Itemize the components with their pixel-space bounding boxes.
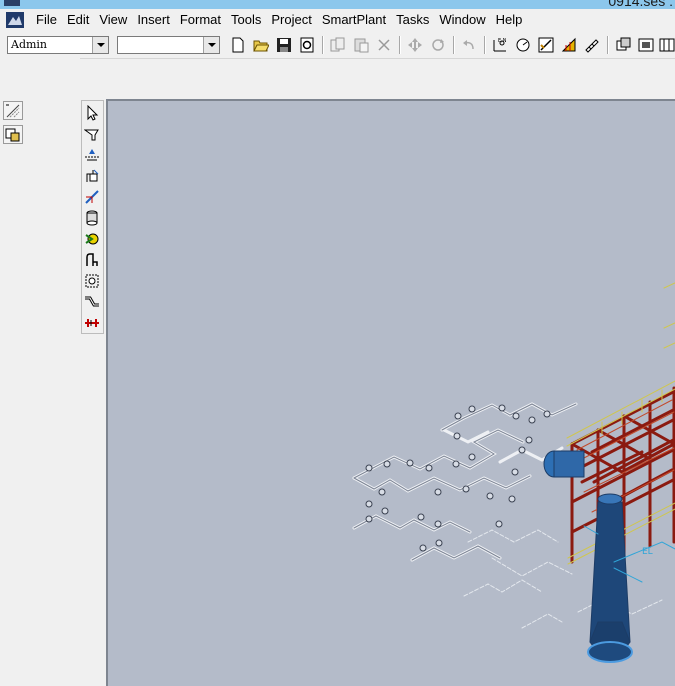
insert-tap-icon	[86, 210, 98, 226]
insert-note-icon	[561, 37, 576, 52]
toolbar-separator	[453, 36, 455, 54]
menu-view[interactable]: View	[94, 12, 132, 28]
copy-button[interactable]	[327, 35, 349, 55]
insert-feature-icon	[86, 253, 98, 266]
toolbar-separator	[322, 36, 324, 54]
insert-spool-break-button[interactable]	[83, 314, 102, 333]
sloped-pipe-button[interactable]	[83, 293, 102, 312]
insert-tap-button[interactable]	[83, 209, 102, 228]
plant-model-3d: EL	[352, 282, 675, 663]
menu-file[interactable]: File	[31, 12, 62, 28]
refresh-button[interactable]	[296, 35, 318, 55]
measure-button[interactable]	[512, 35, 534, 55]
move-button[interactable]	[404, 35, 426, 55]
save-button[interactable]	[273, 35, 295, 55]
connect-button[interactable]	[83, 188, 102, 207]
insert-component-icon	[85, 149, 99, 161]
menu-tasks[interactable]: Tasks	[391, 12, 434, 28]
route-pipe-button[interactable]	[83, 125, 102, 144]
ruler-button[interactable]	[581, 35, 603, 55]
toolbar-separator	[484, 36, 486, 54]
refresh-icon	[300, 37, 314, 53]
sloped-pipe-icon	[85, 296, 99, 307]
permission-group-value: Admin	[11, 38, 48, 51]
rotate-button[interactable]	[427, 35, 449, 55]
left-dock	[0, 58, 80, 686]
system-menu-icon[interactable]	[6, 12, 24, 28]
measure-icon	[516, 38, 530, 52]
svg-text:EL: EL	[642, 547, 653, 557]
view-button-3[interactable]	[656, 35, 675, 55]
view-icon-2	[638, 38, 654, 52]
insert-feature-button[interactable]	[83, 251, 102, 270]
menu-tools[interactable]: Tools	[226, 12, 266, 28]
toolbar-separator	[607, 36, 609, 54]
menu-format[interactable]: Format	[175, 12, 226, 28]
insert-spool-break-icon	[85, 319, 99, 327]
open-button[interactable]	[250, 35, 272, 55]
new-button[interactable]	[227, 35, 249, 55]
menu-bar: File Edit View Insert Format Tools Project Smar…	[0, 9, 675, 31]
open-icon	[253, 40, 269, 52]
insert-specialty-button[interactable]	[83, 167, 102, 186]
view-button-1[interactable]	[612, 35, 634, 55]
toolbar-separator	[399, 36, 401, 54]
copy-icon	[330, 37, 345, 52]
menu-insert[interactable]: Insert	[132, 12, 175, 28]
save-icon	[277, 38, 291, 52]
svg-text:E,N: E,N	[498, 38, 507, 44]
insert-split-button[interactable]	[83, 230, 102, 249]
properties-icon: E,N	[493, 38, 507, 52]
view-icon-1	[616, 37, 631, 51]
chevron-down-icon[interactable]	[203, 37, 219, 53]
ruler-icon	[585, 39, 599, 53]
properties-button[interactable]: E,N	[489, 35, 511, 55]
graphic-view[interactable]: EL	[106, 99, 675, 686]
menu-smartplant[interactable]: SmartPlant	[317, 12, 391, 28]
paste-icon	[354, 38, 369, 53]
filter-select[interactable]	[117, 36, 220, 54]
insert-specialty-icon	[86, 169, 99, 182]
main-toolbar: Admin E,N	[0, 32, 675, 59]
undo-icon	[463, 40, 474, 50]
permission-group-select[interactable]: Admin	[7, 36, 109, 54]
check-icon	[538, 37, 554, 53]
insert-tag-button[interactable]	[83, 272, 102, 291]
delete-button[interactable]	[373, 35, 395, 55]
check-button[interactable]	[535, 35, 557, 55]
delete-icon	[378, 39, 390, 51]
chevron-down-icon[interactable]	[92, 37, 108, 53]
insert-split-icon	[85, 233, 99, 245]
new-icon	[232, 37, 244, 53]
paste-button[interactable]	[350, 35, 372, 55]
window-title: 0914.ses :	[608, 0, 673, 9]
view-icon-3	[659, 38, 675, 52]
route-pipe-icon	[84, 129, 99, 141]
select-set-icon	[5, 128, 20, 142]
view-button-2[interactable]	[635, 35, 657, 55]
app-icon	[4, 0, 20, 6]
insert-tag-icon	[85, 274, 99, 288]
insert-component-button[interactable]	[83, 146, 102, 165]
select-set-button[interactable]	[3, 125, 23, 144]
menu-window[interactable]: Window	[434, 12, 490, 28]
title-bar: 0914.ses :	[0, 0, 675, 9]
menu-edit[interactable]: Edit	[62, 12, 94, 28]
grid-icon	[6, 104, 20, 118]
undo-button[interactable]	[458, 35, 480, 55]
select-tool-button[interactable]	[83, 104, 102, 123]
grid-button[interactable]	[3, 101, 23, 120]
menu-project[interactable]: Project	[266, 12, 316, 28]
rotate-icon	[432, 39, 444, 51]
insert-note-button[interactable]	[558, 35, 580, 55]
menu-help[interactable]: Help	[491, 12, 528, 28]
select-icon	[87, 105, 99, 121]
connect-icon	[85, 190, 99, 204]
routing-tool-palette	[81, 100, 104, 334]
move-icon	[408, 38, 422, 52]
